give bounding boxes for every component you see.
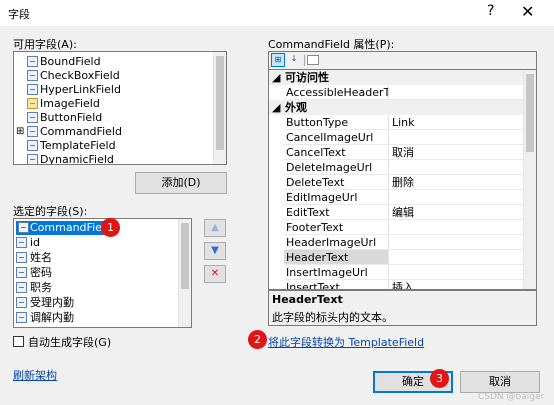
categorized-icon[interactable]: ⊞ bbox=[271, 53, 285, 67]
command-field-icon bbox=[18, 222, 29, 233]
field-icon bbox=[27, 56, 38, 67]
prop-row-deleteimageurl[interactable]: DeleteImageUrl bbox=[269, 160, 536, 175]
field-icon bbox=[16, 237, 27, 248]
tree-item-dynamicfield[interactable]: DynamicField bbox=[27, 153, 114, 164]
tree-item-checkboxfield[interactable]: CheckBoxField bbox=[27, 69, 120, 83]
property-toolbar: ⊞ ↓ bbox=[268, 51, 537, 69]
prop-row-edittext[interactable]: EditText 编辑 bbox=[269, 205, 536, 220]
hyperlink-field-icon bbox=[27, 84, 38, 95]
move-up-button[interactable]: ▲ bbox=[204, 219, 226, 237]
prop-row-accessibleheadertext[interactable]: AccessibleHeaderText bbox=[269, 85, 536, 100]
selected-fields-list[interactable]: CommandField id 姓名 密码 职务 受理内勤 调解内勤 bbox=[13, 218, 192, 328]
list-item-position[interactable]: 职务 bbox=[16, 281, 52, 295]
list-item-mediation-clerk[interactable]: 调解内勤 bbox=[16, 311, 74, 325]
collapse-icon[interactable]: ◢ bbox=[272, 70, 280, 85]
tree-item-boundfield[interactable]: BoundField bbox=[27, 55, 101, 69]
list-item-commandfield[interactable]: CommandField bbox=[16, 221, 112, 235]
delete-field-button[interactable]: ✕ bbox=[204, 265, 226, 283]
property-scrollbar[interactable] bbox=[523, 70, 536, 289]
tree-item-templatefield[interactable]: TemplateField bbox=[27, 139, 116, 153]
close-button[interactable]: ✕ bbox=[521, 2, 534, 21]
list-item-reception-clerk[interactable]: 受理内勤 bbox=[16, 296, 74, 310]
add-button[interactable]: 添加(D) bbox=[135, 172, 227, 194]
prop-row-insertimageurl[interactable]: InsertImageUrl bbox=[269, 265, 536, 280]
prop-row-inserttext[interactable]: InsertText 插入 bbox=[269, 280, 536, 289]
scroll-thumb[interactable] bbox=[526, 74, 534, 152]
tree-item-commandfield[interactable]: ⊞ CommandField bbox=[16, 125, 122, 139]
annotation-badge-1: 1 bbox=[101, 218, 120, 237]
template-field-icon bbox=[27, 140, 38, 151]
dialog-title: 字段 bbox=[8, 8, 30, 21]
list-item-name[interactable]: 姓名 bbox=[16, 251, 52, 265]
annotation-badge-3: 3 bbox=[430, 369, 449, 388]
description-title: HeaderText bbox=[272, 293, 343, 306]
property-description: HeaderText 此字段的标头内的文本。 bbox=[268, 290, 537, 326]
dynamic-field-icon bbox=[27, 154, 38, 164]
collapse-icon[interactable]: ◢ bbox=[272, 100, 280, 115]
available-scrollbar[interactable] bbox=[213, 52, 226, 164]
category-accessibility[interactable]: ◢ 可访问性 bbox=[269, 70, 536, 85]
prop-row-cancelimageurl[interactable]: CancelImageUrl bbox=[269, 130, 536, 145]
help-button[interactable]: ? bbox=[487, 3, 494, 19]
available-fields-tree[interactable]: BoundField CheckBoxField HyperLinkField … bbox=[13, 51, 227, 165]
autogen-checkbox[interactable] bbox=[13, 336, 24, 347]
description-text: 此字段的标头内的文本。 bbox=[272, 311, 393, 324]
alphabetical-icon[interactable]: ↓ bbox=[287, 53, 301, 67]
prop-row-canceltext[interactable]: CancelText 取消 bbox=[269, 145, 536, 160]
title-bar: 字段 ? ✕ bbox=[0, 0, 554, 26]
prop-row-footertext[interactable]: FooterText bbox=[269, 220, 536, 235]
scroll-thumb[interactable] bbox=[216, 56, 224, 150]
property-pages-icon[interactable] bbox=[307, 55, 319, 65]
tree-item-imagefield[interactable]: ImageField bbox=[27, 97, 100, 111]
command-field-icon bbox=[27, 126, 38, 137]
category-appearance[interactable]: ◢ 外观 bbox=[269, 100, 536, 115]
watermark: CSDN @baiger bbox=[478, 392, 545, 402]
tree-item-buttonfield[interactable]: ButtonField bbox=[27, 111, 102, 125]
image-field-icon bbox=[27, 98, 38, 109]
annotation-badge-2: 2 bbox=[248, 330, 267, 349]
expand-icon[interactable]: ⊞ bbox=[16, 125, 24, 139]
field-icon bbox=[16, 282, 27, 293]
cancel-button[interactable]: 取消 bbox=[460, 371, 540, 393]
autogen-label[interactable]: 自动生成字段(G) bbox=[28, 334, 111, 350]
move-down-button[interactable]: ▼ bbox=[204, 242, 226, 260]
checkbox-field-icon bbox=[27, 70, 38, 81]
prop-row-buttontype[interactable]: ButtonType Link bbox=[269, 115, 536, 130]
scroll-thumb[interactable] bbox=[181, 223, 189, 289]
list-item-password[interactable]: 密码 bbox=[16, 266, 52, 280]
toolbar-divider bbox=[304, 55, 305, 66]
property-grid[interactable]: ◢ 可访问性 AccessibleHeaderText ◢ 外观 ButtonT… bbox=[268, 69, 537, 290]
list-item-id[interactable]: id bbox=[16, 236, 40, 250]
refresh-schema-link[interactable]: 刷新架构 bbox=[13, 367, 57, 383]
tree-item-hyperlinkfield[interactable]: HyperLinkField bbox=[27, 83, 121, 97]
field-icon bbox=[16, 297, 27, 308]
selected-fields-label: 选定的字段(S): bbox=[13, 205, 88, 218]
field-icon bbox=[16, 267, 27, 278]
convert-to-templatefield-link[interactable]: 将此字段转换为 TemplateField bbox=[268, 334, 424, 350]
field-icon bbox=[16, 312, 27, 323]
prop-row-editimageurl[interactable]: EditImageUrl bbox=[269, 190, 536, 205]
prop-row-headertext[interactable]: HeaderText bbox=[269, 250, 536, 265]
available-fields-label: 可用字段(A): bbox=[13, 38, 77, 51]
selected-scrollbar[interactable] bbox=[178, 219, 191, 327]
prop-row-headerimageurl[interactable]: HeaderImageUrl bbox=[269, 235, 536, 250]
field-icon bbox=[16, 252, 27, 263]
properties-label: CommandField 属性(P): bbox=[268, 38, 395, 51]
button-field-icon bbox=[27, 112, 38, 123]
prop-row-deletetext[interactable]: DeleteText 删除 bbox=[269, 175, 536, 190]
